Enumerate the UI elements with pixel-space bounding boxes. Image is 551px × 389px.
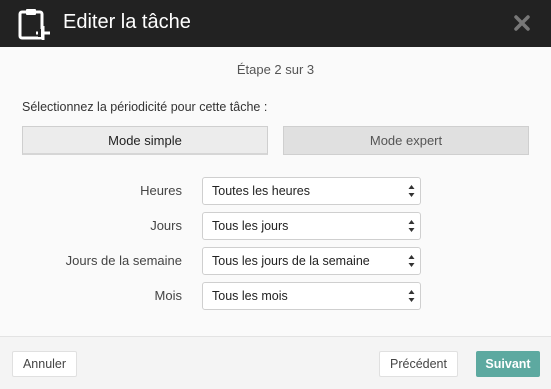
weekdays-select[interactable]: Tous les jours de la semaine — [202, 247, 421, 275]
updown-arrows-icon — [408, 290, 415, 302]
dialog-footer — [0, 337, 551, 389]
days-select-value: Tous les jours — [212, 219, 289, 233]
cancel-button[interactable]: Annuler — [12, 351, 77, 377]
mode-simple-tab[interactable]: Mode simple — [22, 126, 268, 155]
clipboard-plus-icon — [18, 9, 50, 40]
updown-arrows-icon — [408, 220, 415, 232]
dialog-title: Editer la tâche — [63, 11, 191, 33]
hours-select-value: Toutes les heures — [212, 184, 310, 198]
updown-arrows-icon — [408, 255, 415, 267]
weekdays-label: Jours de la semaine — [65, 253, 182, 268]
next-button[interactable]: Suivant — [476, 351, 540, 377]
days-select[interactable]: Tous les jours — [202, 212, 421, 240]
previous-button[interactable]: Précédent — [379, 351, 458, 377]
step-indicator: Étape 2 sur 3 — [236, 62, 315, 77]
edit-task-dialog: Editer la tâche Étape 2 sur 3 Sélectionn… — [0, 0, 551, 389]
periodicity-prompt: Sélectionnez la périodicité pour cette t… — [22, 100, 268, 114]
weekdays-select-value: Tous les jours de la semaine — [212, 254, 370, 268]
months-select-value: Tous les mois — [212, 289, 288, 303]
hours-select[interactable]: Toutes les heures — [202, 177, 421, 205]
dialog-header: Editer la tâche — [0, 0, 551, 47]
mode-expert-tab[interactable]: Mode expert — [283, 126, 529, 155]
hours-label: Heures — [140, 183, 182, 198]
months-select[interactable]: Tous les mois — [202, 282, 421, 310]
months-label: Mois — [154, 288, 182, 303]
updown-arrows-icon — [408, 185, 415, 197]
close-icon[interactable] — [513, 14, 531, 32]
days-label: Jours — [150, 218, 182, 233]
